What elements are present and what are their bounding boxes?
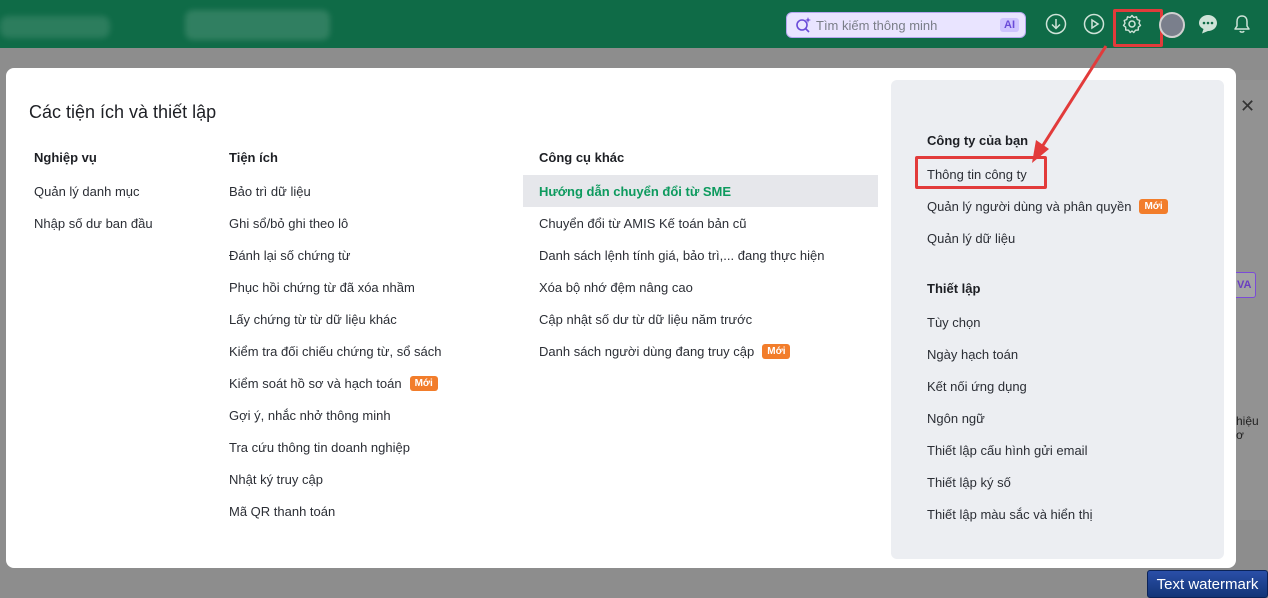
blurred-company-name	[185, 10, 330, 40]
menu-item[interactable]: Cập nhật số dư từ dữ liệu năm trước	[539, 300, 825, 332]
bell-icon[interactable]	[1231, 13, 1253, 35]
menu-item-ngay-hach-toan[interactable]: Ngày hạch toán	[927, 345, 1018, 363]
sparkle-search-icon	[796, 17, 811, 33]
menu-item[interactable]: Danh sách người dùng đang truy cập Mới	[539, 332, 825, 364]
menu-item-mau-sac-hien-thi[interactable]: Thiết lập màu sắc và hiển thị	[927, 505, 1092, 523]
modal-title: Các tiện ích và thiết lập	[29, 102, 217, 122]
new-badge: Mới	[762, 344, 791, 359]
menu-item-cau-hinh-email[interactable]: Thiết lập cấu hình gửi email	[927, 441, 1087, 459]
utilities-settings-modal: Các tiện ích và thiết lập Nghiệp vụ Quản…	[6, 68, 1236, 568]
new-badge: Mới	[409, 376, 438, 391]
column-nghiep-vu: Nghiệp vụ Quản lý danh mục Nhập số dư ba…	[34, 150, 153, 236]
menu-item-nhap-so-du[interactable]: Nhập số dư ban đầu	[34, 204, 153, 236]
menu-item-ky-so[interactable]: Thiết lập ký số	[927, 473, 1011, 491]
menu-item[interactable]: Đánh lại số chứng từ	[229, 236, 442, 268]
menu-item[interactable]: Tra cứu thông tin doanh nghiệp	[229, 428, 442, 460]
menu-item[interactable]: Chuyển đổi từ AMIS Kế toán bản cũ	[539, 204, 825, 236]
menu-item[interactable]: Nhật ký truy cập	[229, 460, 442, 492]
gear-highlight-box	[1113, 9, 1163, 47]
menu-item[interactable]: Phục hồi chứng từ đã xóa nhầm	[229, 268, 442, 300]
menu-item-tuy-chon[interactable]: Tùy chọn	[927, 313, 980, 331]
company-settings-panel: Công ty của bạn Thông tin công ty Quản l…	[891, 80, 1224, 559]
menu-item[interactable]: Bảo trì dữ liệu	[229, 172, 442, 204]
play-icon[interactable]	[1083, 13, 1105, 35]
menu-item[interactable]: Kiểm soát hồ sơ và hạch toán Mới	[229, 364, 442, 396]
background-page-edge	[1236, 80, 1268, 520]
column-cong-cu-khac: Công cụ khác Hướng dẫn chuyển đổi từ SME…	[539, 150, 825, 364]
column-heading: Công cụ khác	[539, 150, 625, 165]
menu-item-huong-dan-chuyen-doi-sme[interactable]: Hướng dẫn chuyển đổi từ SME	[539, 172, 825, 204]
chat-icon[interactable]	[1197, 13, 1219, 35]
column-tien-ich: Tiện ích Bảo trì dữ liệu Ghi sổ/bỏ ghi t…	[229, 150, 442, 524]
menu-item-ket-noi-ung-dung[interactable]: Kết nối ứng dụng	[927, 377, 1027, 395]
background-close-icon: ✕	[1240, 96, 1256, 116]
menu-item-quan-ly-nguoi-dung[interactable]: Quản lý người dùng và phân quyền Mới	[927, 197, 1168, 215]
avatar[interactable]	[1159, 12, 1185, 38]
new-badge: Mới	[1139, 198, 1168, 214]
menu-item-quan-ly-danh-muc[interactable]: Quản lý danh mục	[34, 172, 153, 204]
menu-item[interactable]: Danh sách lệnh tính giá, bảo trì,... đan…	[539, 236, 825, 268]
menu-item[interactable]: Kiểm tra đối chiếu chứng từ, sổ sách	[229, 332, 442, 364]
ai-badge: AI	[1000, 18, 1019, 32]
column-heading: Nghiệp vụ	[34, 150, 97, 165]
blurred-logo	[0, 16, 110, 38]
search-placeholder: Tìm kiếm thông minh	[816, 17, 938, 33]
menu-item-quan-ly-du-lieu[interactable]: Quản lý dữ liệu	[927, 229, 1015, 247]
menu-item[interactable]: Xóa bộ nhớ đệm nâng cao	[539, 268, 825, 300]
menu-item-thong-tin-cong-ty[interactable]: Thông tin công ty	[927, 165, 1027, 183]
top-bar: Tìm kiếm thông minh AI	[0, 0, 1268, 48]
menu-item[interactable]: Gợi ý, nhắc nhở thông minh	[229, 396, 442, 428]
text-watermark: Text watermark	[1147, 570, 1268, 598]
smart-search-input[interactable]: Tìm kiếm thông minh AI	[786, 12, 1026, 38]
menu-item-ngon-ngu[interactable]: Ngôn ngữ	[927, 409, 985, 427]
background-text: hiệu ơ	[1236, 414, 1259, 442]
company-heading: Công ty của bạn	[927, 133, 1029, 148]
menu-item[interactable]: Lấy chứng từ từ dữ liệu khác	[229, 300, 442, 332]
settings-heading: Thiết lập	[927, 281, 981, 296]
menu-item[interactable]: Ghi sổ/bỏ ghi theo lô	[229, 204, 442, 236]
download-icon[interactable]	[1045, 13, 1067, 35]
column-heading: Tiện ích	[229, 150, 278, 165]
menu-item[interactable]: Mã QR thanh toán	[229, 492, 442, 524]
